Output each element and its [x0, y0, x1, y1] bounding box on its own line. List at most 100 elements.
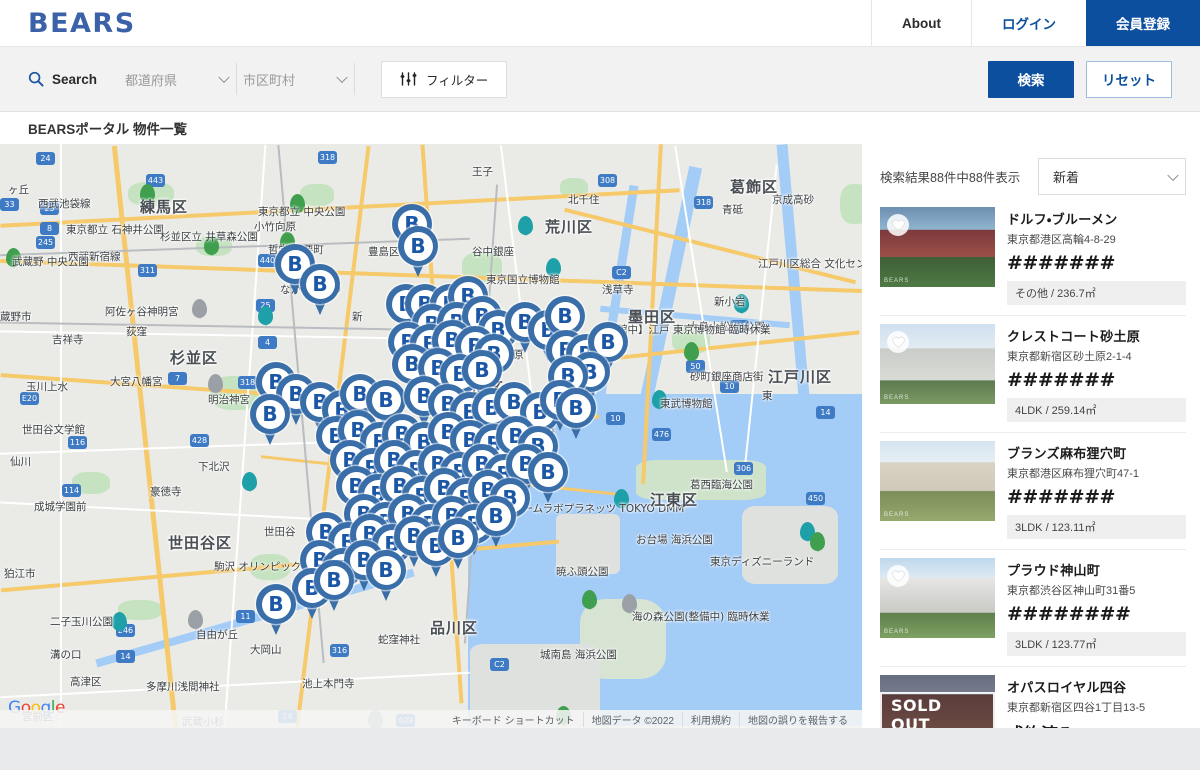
- park-pin-icon: [6, 248, 21, 267]
- favorite-heart-icon[interactable]: [887, 565, 909, 587]
- filter-button-label: フィルター: [426, 73, 489, 88]
- map-canvas[interactable]: 24 33 25 8 245 443 311 440 25 318 7 318 …: [0, 144, 862, 728]
- map-park-8: [840, 184, 862, 224]
- listing-card[interactable]: BEARS ドルフ・ブルーメン 東京都港区高輪4-8-29 ####### その他 / …: [880, 205, 1186, 316]
- nav-login[interactable]: ログイン: [971, 0, 1086, 46]
- search-label-text: Search: [52, 71, 98, 87]
- park-closed-pin-icon: [622, 594, 637, 613]
- listing-card[interactable]: BEARS プラウド神山町 東京都渋谷区神山町31番5 ######## 3LDK / …: [880, 550, 1186, 667]
- map-property-marker[interactable]: B: [250, 394, 290, 446]
- map-terms-link[interactable]: 利用規約: [682, 711, 739, 727]
- listing-address: 東京都渋谷区神山町31番5: [1007, 585, 1136, 597]
- route-shield: 318: [318, 151, 337, 164]
- museum-pin-icon: [258, 306, 273, 325]
- listing-meta: 3LDK / 123.11㎡: [1007, 515, 1186, 539]
- city-select-value: 市区町村: [243, 72, 296, 88]
- map-island-odaiba: [556, 514, 620, 574]
- marker-letter: B: [319, 565, 349, 595]
- route-shield: 14: [816, 406, 835, 419]
- map-property-marker[interactable]: B: [314, 560, 354, 612]
- map-panel[interactable]: 24 33 25 8 245 443 311 440 25 318 7 318 …: [0, 144, 862, 728]
- map-report-error-link[interactable]: 地図の誤りを報告する: [739, 711, 856, 727]
- playground-pin-icon: [518, 216, 533, 235]
- map-property-marker[interactable]: B: [300, 264, 340, 316]
- route-shield: 116: [68, 436, 87, 449]
- shrine-pin-icon: [192, 299, 207, 318]
- listing-card[interactable]: BEARS ブランズ麻布狸穴町 東京都港区麻布狸穴町47-1 ####### 3LDK …: [880, 433, 1186, 550]
- route-shield: 316: [330, 644, 349, 657]
- listing-title: オパスロイヤル四谷: [1007, 680, 1127, 695]
- route-shield: 7: [168, 372, 187, 385]
- listing-thumbnail[interactable]: BEARS: [880, 441, 995, 521]
- route-shield: C2: [612, 266, 631, 279]
- map-property-marker[interactable]: B: [398, 226, 438, 278]
- route-shield: 33: [0, 198, 19, 211]
- park-pin-icon: [684, 342, 699, 361]
- marker-head: B: [256, 584, 296, 624]
- sold-out-label: SOLD OUT: [880, 692, 995, 728]
- prefecture-select-value: 都道府県: [125, 72, 178, 88]
- map-property-marker[interactable]: B: [556, 388, 596, 440]
- listing-thumbnail[interactable]: BEARS: [880, 324, 995, 404]
- sold-out-overlay: SOLD OUT: [880, 675, 995, 728]
- nav-about-label: About: [902, 15, 941, 31]
- shrine-pin-icon: [188, 610, 203, 629]
- chevron-down-icon: [336, 71, 348, 84]
- search-toolbar: Search 都道府県 市区町村 フィルター 検索 リセット: [0, 47, 1200, 112]
- park-pin-icon: [204, 236, 219, 255]
- listing-meta: その他 / 236.7㎡: [1007, 281, 1186, 305]
- route-shield: 24: [36, 152, 55, 165]
- park-pin-icon: [290, 194, 305, 213]
- listing-title: ドルフ・ブルーメン: [1007, 212, 1118, 227]
- marker-head: B: [398, 226, 438, 266]
- nav-signup[interactable]: 会員登録: [1086, 0, 1200, 46]
- nav-about[interactable]: About: [871, 0, 971, 46]
- page-title-row: BEARSポータル 物件一覧: [0, 112, 1200, 144]
- city-select[interactable]: 市区町村: [237, 63, 356, 95]
- park-pin-icon: [582, 590, 597, 609]
- marker-letter: B: [481, 501, 511, 531]
- map-property-marker[interactable]: B: [476, 496, 516, 548]
- search-icon: [28, 71, 44, 87]
- park-pin-icon: [810, 532, 825, 551]
- map-property-marker[interactable]: B: [366, 550, 406, 602]
- map-property-marker[interactable]: B: [438, 518, 478, 570]
- listing-thumbnail[interactable]: BEARS: [880, 207, 995, 287]
- listing-card[interactable]: BEARS クレストコート砂土原 東京都新宿区砂土原2-1-4 ####### 4LDK…: [880, 316, 1186, 433]
- listing-card[interactable]: SOLD OUTBEARS オパスロイヤル四谷東京都新宿区四谷1丁目13-5 成約済…: [880, 667, 1186, 728]
- sort-select[interactable]: 新着: [1038, 158, 1186, 195]
- route-shield: E20: [20, 392, 39, 405]
- map-property-marker[interactable]: B: [256, 584, 296, 636]
- route-shield: 25: [40, 202, 59, 215]
- playground-pin-icon: [112, 612, 127, 631]
- favorite-heart-icon[interactable]: [887, 331, 909, 353]
- search-submit-label: 検索: [1017, 73, 1045, 88]
- search-actions: 検索 リセット: [988, 60, 1172, 98]
- map-keyboard-shortcuts[interactable]: キーボード ショートカット: [444, 712, 583, 727]
- listing-photo: [880, 441, 995, 521]
- listing-thumbnail[interactable]: BEARS: [880, 558, 995, 638]
- listing-info: クレストコート砂土原 東京都新宿区砂土原2-1-4 ####### 4LDK / 25…: [1007, 324, 1186, 422]
- chevron-down-icon: [1167, 169, 1179, 181]
- map-data-credit: 地図データ ©2022: [582, 711, 682, 727]
- route-shield: 308: [598, 174, 617, 187]
- route-shield: 4: [258, 336, 277, 349]
- prefecture-select[interactable]: 都道府県: [119, 63, 238, 95]
- marker-head: B: [250, 394, 290, 434]
- route-shield: 8: [40, 222, 59, 235]
- search-reset-button[interactable]: リセット: [1086, 60, 1172, 98]
- listing-thumbnail[interactable]: SOLD OUTBEARS: [880, 675, 995, 728]
- search-submit-button[interactable]: 検索: [988, 60, 1074, 98]
- listing-info: オパスロイヤル四谷東京都新宿区四谷1丁目13-5成約済み3LDK / 100㎡: [1007, 675, 1186, 728]
- route-shield: 311: [138, 264, 157, 277]
- map-property-marker[interactable]: B: [528, 452, 568, 504]
- listing-address: 東京都新宿区四谷1丁目13-5: [1007, 702, 1146, 714]
- search-label-group: Search: [28, 71, 97, 87]
- filter-button[interactable]: フィルター: [381, 60, 508, 98]
- favorite-heart-icon[interactable]: [887, 214, 909, 236]
- listing-title: ブランズ麻布狸穴町: [1007, 446, 1127, 461]
- map-attribution-bar: キーボード ショートカット 地図データ ©2022 利用規約 地図の誤りを報告す…: [0, 710, 862, 728]
- museum-pin-icon: [546, 258, 561, 277]
- brand-text: BEARS: [28, 7, 136, 39]
- brand-logo[interactable]: BEARS: [0, 0, 136, 46]
